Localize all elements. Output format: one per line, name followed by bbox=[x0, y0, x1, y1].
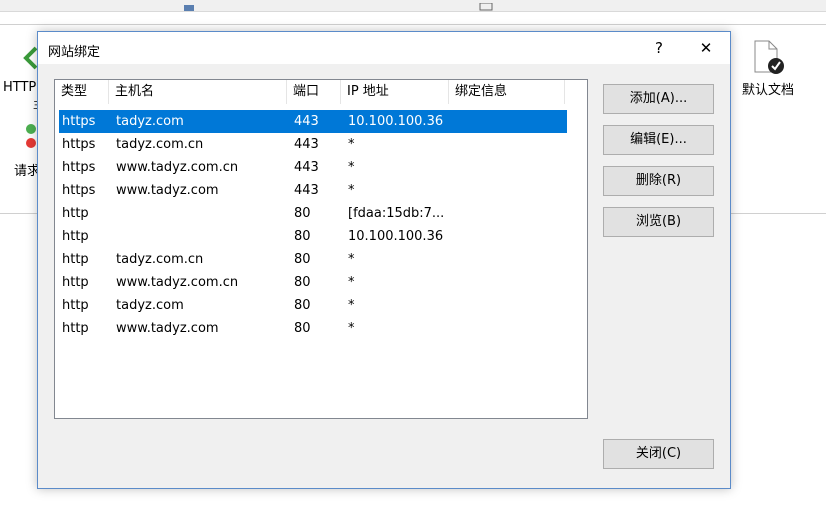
cell-host: tadyz.com bbox=[116, 114, 184, 129]
cell-ip: * bbox=[348, 160, 355, 175]
site-bindings-dialog: 网站绑定 ? ✕ 类型 主机名 端口 IP 地址 绑定信息 https tadyz… bbox=[37, 31, 731, 489]
remove-button[interactable]: 删除(R) bbox=[603, 166, 714, 196]
cell-ip: 10.100.100.36 bbox=[348, 229, 444, 244]
cell-type: http bbox=[62, 252, 89, 267]
background-divider bbox=[0, 213, 40, 214]
toolbar-fragment: ▔▔▔▔▔▔▔ bbox=[100, 0, 165, 8]
cell-type: https bbox=[62, 114, 96, 129]
cell-host: www.tadyz.com bbox=[116, 183, 219, 198]
cell-port: 443 bbox=[294, 183, 319, 198]
column-header-binding-info[interactable]: 绑定信息 bbox=[449, 80, 565, 104]
default-document-icon[interactable] bbox=[751, 40, 787, 80]
cell-type: http bbox=[62, 206, 89, 221]
cell-binding-info bbox=[456, 294, 566, 317]
cell-host: tadyz.com.cn bbox=[116, 137, 204, 152]
background-divider bbox=[731, 213, 826, 214]
cell-host bbox=[116, 225, 291, 248]
cell-ip: [fdaa:15db:7... bbox=[348, 206, 445, 221]
toolbar-icon bbox=[479, 0, 493, 15]
table-row[interactable]: http tadyz.com.cn 80 * bbox=[59, 248, 567, 271]
bindings-rows: https tadyz.com 443 10.100.100.36 https tadyz… bbox=[59, 110, 567, 340]
cell-ip: * bbox=[348, 321, 355, 336]
cell-host: tadyz.com.cn bbox=[116, 252, 204, 267]
bindings-list[interactable]: 类型 主机名 端口 IP 地址 绑定信息 https tadyz.com 443 10… bbox=[54, 79, 588, 419]
cell-port: 443 bbox=[294, 160, 319, 175]
cell-ip: * bbox=[348, 252, 355, 267]
toolbar-fragment: ▔▔▔▔▔▔▔▔▔▔ bbox=[200, 0, 293, 8]
cell-host: tadyz.com bbox=[116, 298, 184, 313]
add-button[interactable]: 添加(A)... bbox=[603, 84, 714, 114]
help-button[interactable]: ? bbox=[644, 36, 674, 60]
request-filter-icon bbox=[24, 123, 38, 155]
cell-type: http bbox=[62, 298, 89, 313]
background-divider bbox=[0, 24, 826, 25]
column-header-type[interactable]: 类型 bbox=[55, 80, 109, 104]
cell-host bbox=[116, 202, 291, 225]
dialog-titlebar[interactable]: 网站绑定 ? ✕ bbox=[38, 32, 730, 64]
cell-ip: * bbox=[348, 183, 355, 198]
cell-ip: * bbox=[348, 298, 355, 313]
cell-ip: * bbox=[348, 275, 355, 290]
close-button[interactable]: 关闭(C) bbox=[603, 439, 714, 469]
cell-port: 80 bbox=[294, 252, 311, 267]
toolbar-fragment: ▔▔ bbox=[350, 0, 369, 8]
cell-port: 80 bbox=[294, 275, 311, 290]
bindings-list-header: 类型 主机名 端口 IP 地址 绑定信息 bbox=[55, 80, 587, 104]
cell-port: 443 bbox=[294, 114, 319, 129]
background-toolbar: ▔▔▔▔▔▔▔ ▔▔▔▔▔▔▔▔▔▔ ▔▔▔▔▔▔▔ ▔▔ bbox=[0, 0, 826, 12]
cell-host: www.tadyz.com.cn bbox=[116, 275, 239, 290]
cell-port: 80 bbox=[294, 229, 311, 244]
table-row[interactable]: http www.tadyz.com 80 * bbox=[59, 317, 567, 340]
column-header-ip[interactable]: IP 地址 bbox=[341, 80, 449, 104]
table-row[interactable]: https tadyz.com 443 10.100.100.36 bbox=[59, 110, 567, 133]
cell-port: 80 bbox=[294, 206, 311, 221]
table-row[interactable]: https www.tadyz.com.cn 443 * bbox=[59, 156, 567, 179]
cell-type: https bbox=[62, 160, 96, 175]
http-feature-label[interactable]: HTTP bbox=[3, 80, 36, 95]
cell-binding-info bbox=[456, 271, 566, 294]
table-row[interactable]: http tadyz.com 80 * bbox=[59, 294, 567, 317]
cell-port: 80 bbox=[294, 321, 311, 336]
cell-type: http bbox=[62, 321, 89, 336]
cell-binding-info bbox=[456, 202, 566, 225]
cell-binding-info bbox=[456, 225, 566, 248]
table-row[interactable]: https www.tadyz.com 443 * bbox=[59, 179, 567, 202]
cell-type: https bbox=[62, 183, 96, 198]
toolbar-fragment: ▔▔▔▔▔▔▔ bbox=[290, 0, 355, 8]
table-row[interactable]: http www.tadyz.com.cn 80 * bbox=[59, 271, 567, 294]
cell-host: www.tadyz.com bbox=[116, 321, 219, 336]
table-row[interactable]: http 80 10.100.100.36 bbox=[59, 225, 567, 248]
toolbar-icon bbox=[183, 0, 195, 15]
default-document-label[interactable]: 默认文档 bbox=[742, 79, 794, 98]
cell-binding-info bbox=[456, 317, 566, 340]
column-header-host[interactable]: 主机名 bbox=[109, 80, 287, 104]
cell-binding-info bbox=[456, 133, 566, 156]
table-row[interactable]: http 80 [fdaa:15db:7... bbox=[59, 202, 567, 225]
cell-type: https bbox=[62, 137, 96, 152]
browse-button[interactable]: 浏览(B) bbox=[603, 207, 714, 237]
cell-port: 80 bbox=[294, 298, 311, 313]
cell-ip: 10.100.100.36 bbox=[348, 114, 444, 129]
cell-ip: * bbox=[348, 137, 355, 152]
edit-button[interactable]: 编辑(E)... bbox=[603, 125, 714, 155]
cell-binding-info bbox=[456, 248, 566, 271]
cell-type: http bbox=[62, 229, 89, 244]
cell-host: www.tadyz.com.cn bbox=[116, 160, 239, 175]
cell-binding-info bbox=[456, 110, 566, 133]
cell-binding-info bbox=[456, 156, 566, 179]
cell-type: http bbox=[62, 275, 89, 290]
table-row[interactable]: https tadyz.com.cn 443 * bbox=[59, 133, 567, 156]
cell-port: 443 bbox=[294, 137, 319, 152]
dialog-title: 网站绑定 bbox=[48, 45, 101, 60]
cell-binding-info bbox=[456, 179, 566, 202]
column-header-port[interactable]: 端口 bbox=[287, 80, 341, 104]
close-icon[interactable]: ✕ bbox=[691, 36, 721, 60]
